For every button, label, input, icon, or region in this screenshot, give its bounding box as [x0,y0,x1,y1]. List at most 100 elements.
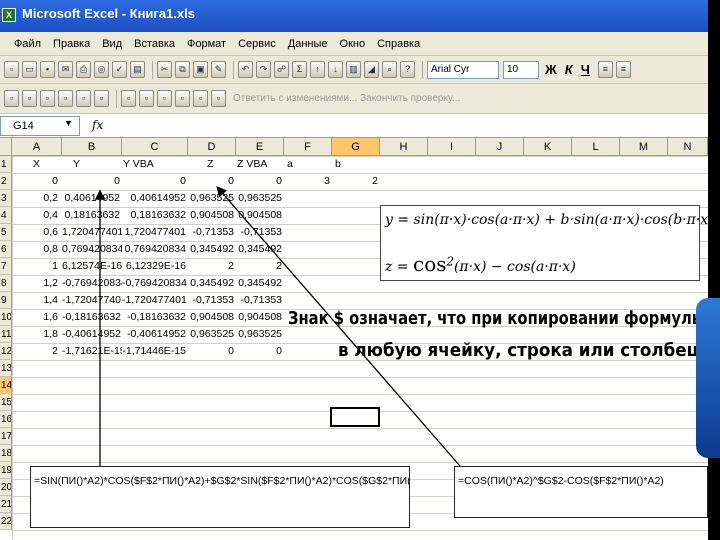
toolbar-icon-5[interactable]: ▫ [76,90,91,107]
col-header-d[interactable]: D [188,138,236,156]
cell-yvba[interactable]: 1,720477401 [122,224,188,241]
cell-y[interactable]: 0,40614952 [62,190,122,207]
row-header-9[interactable]: 9 [0,292,12,309]
menu-file[interactable]: Файл [14,38,41,50]
select-all-corner[interactable] [0,138,12,156]
cell-yvba[interactable]: -0,769420834 [122,275,188,292]
preview-icon[interactable]: ◎ [94,61,109,78]
cell-z[interactable]: 0 [188,173,236,190]
cell-zvba[interactable]: 0,963525 [236,190,284,207]
spelling-icon[interactable]: ✓ [112,61,127,78]
cell-zvba[interactable]: -0,71353 [236,292,284,309]
save-icon[interactable]: ▪ [40,61,55,78]
cell-z[interactable]: 0,963525 [188,190,236,207]
cell-x[interactable]: 1,4 [12,292,60,309]
cell-yvba[interactable]: -0,18163632 [122,309,188,326]
help-icon[interactable]: ? [400,61,415,78]
cell-yvba[interactable]: -0,40614952 [122,326,188,343]
header-a[interactable]: a [284,156,314,173]
review-actions-text[interactable]: Ответить с изменениями... Закончить пров… [233,93,460,104]
italic-button[interactable]: К [565,62,573,77]
row-header-16[interactable]: 16 [0,411,12,428]
menu-insert[interactable]: Вставка [134,38,175,50]
cell-y[interactable]: -0,40614952 [62,326,122,343]
new-icon[interactable]: ▫ [4,61,19,78]
menu-window[interactable]: Окно [340,38,366,50]
row-header-8[interactable]: 8 [0,275,12,292]
toolbar-icon-10[interactable]: ▫ [175,90,190,107]
cell-zvba[interactable]: 0,963525 [236,326,284,343]
autosum-icon[interactable]: Σ [292,61,307,78]
cell-x[interactable]: 0,4 [12,207,60,224]
menu-edit[interactable]: Правка [53,38,90,50]
menu-help[interactable]: Справка [377,38,420,50]
col-header-j[interactable]: J [476,138,524,156]
zoom-icon[interactable]: ⌕ [382,61,397,78]
cell-z[interactable]: 0 [188,343,236,360]
cell-zvba[interactable]: 2 [236,258,284,275]
cell-f2[interactable]: 3 [284,173,332,190]
toolbar-icon-3[interactable]: ▫ [40,90,55,107]
cell-yvba[interactable]: 0,40614952 [122,190,188,207]
cell-y[interactable]: -0,18163632 [62,309,122,326]
cell-yvba[interactable]: 0 [122,173,188,190]
menu-view[interactable]: Вид [102,38,122,50]
row-header-17[interactable]: 17 [0,428,12,445]
cell-x[interactable]: 1 [12,258,60,275]
col-header-k[interactable]: K [524,138,572,156]
row-header-21[interactable]: 21 [0,496,12,513]
cell-y[interactable]: 1,720477401 [62,224,122,241]
toolbar-icon-2[interactable]: ▫ [22,90,37,107]
col-header-n[interactable]: N [668,138,708,156]
cell-z[interactable]: -0,71353 [188,292,236,309]
header-zvba[interactable]: Z VBA [234,156,282,173]
row-header-20[interactable]: 20 [0,479,12,496]
row-header-22[interactable]: 22 [0,513,12,530]
row-header-12[interactable]: 12 [0,343,12,360]
row-header-3[interactable]: 3 [0,190,12,207]
cell-yvba[interactable]: 6,12329E-16 [122,258,188,275]
cell-x[interactable]: 1,8 [12,326,60,343]
cell-zvba[interactable]: 0 [236,343,284,360]
cell-zvba[interactable]: 0,345492 [236,241,284,258]
font-size-box[interactable]: 10 [503,60,539,79]
research-icon[interactable]: ▤ [130,61,145,78]
cell-x[interactable]: 0 [12,173,60,190]
col-header-l[interactable]: L [572,138,620,156]
cell-z[interactable]: 2 [188,258,236,275]
row-header-10[interactable]: 10 [0,309,12,326]
bold-button[interactable]: Ж [545,62,557,77]
col-header-g[interactable]: G [332,138,380,156]
cell-x[interactable]: 2 [12,343,60,360]
cell-g2[interactable]: 2 [332,173,380,190]
menu-tools[interactable]: Сервис [238,38,276,50]
row-header-4[interactable]: 4 [0,207,12,224]
align-left-icon[interactable]: ≡ [597,61,613,78]
toolbar-icon-1[interactable]: ▫ [4,90,19,107]
underline-button[interactable]: Ч [581,62,590,77]
cell-z[interactable]: 0,904508 [188,309,236,326]
cell-y[interactable]: 0 [62,173,122,190]
row-header-1[interactable]: 1 [0,156,12,173]
cell-y[interactable]: 0,18163632 [62,207,122,224]
cell-zvba[interactable]: 0,904508 [236,207,284,224]
cell-yvba[interactable]: -1,720477401 [122,292,188,309]
row-header-5[interactable]: 5 [0,224,12,241]
col-header-i[interactable]: I [428,138,476,156]
row-header-7[interactable]: 7 [0,258,12,275]
selected-cell[interactable] [330,407,380,427]
cell-z[interactable]: 0,904508 [188,207,236,224]
toolbar-icon-7[interactable]: ▫ [121,90,136,107]
cell-zvba[interactable]: 0,345492 [236,275,284,292]
menu-format[interactable]: Формат [187,38,226,50]
cell-zvba[interactable]: 0,904508 [236,309,284,326]
paste-icon[interactable]: ▣ [193,61,208,78]
cut-icon[interactable]: ✂ [157,61,172,78]
cell-z[interactable]: 0,345492 [188,275,236,292]
drawing-icon[interactable]: ◢ [364,61,379,78]
header-z[interactable]: Z [204,156,234,173]
fx-icon[interactable]: fx [92,118,103,132]
header-b[interactable]: b [332,156,362,173]
header-yvba[interactable]: Y VBA [120,156,180,173]
col-header-m[interactable]: M [620,138,668,156]
